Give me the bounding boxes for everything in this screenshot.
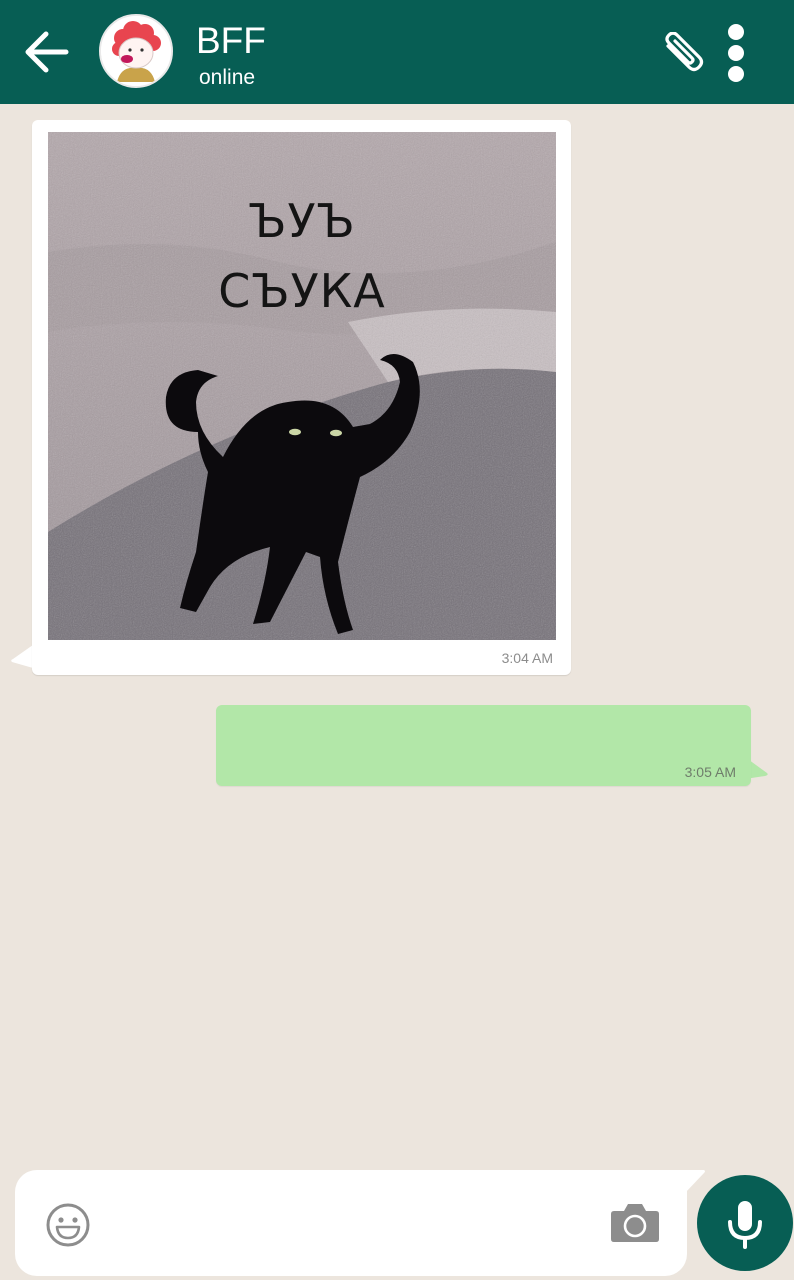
meme-image[interactable]: ЪУЪ СЪУКА	[48, 132, 556, 640]
incoming-message-bubble: ЪУЪ СЪУКА 3:04 AM	[32, 120, 571, 675]
microphone-icon	[728, 1201, 762, 1249]
camera-icon	[611, 1204, 659, 1242]
paperclip-icon	[665, 31, 704, 72]
back-button[interactable]	[18, 24, 74, 80]
menu-button[interactable]	[718, 22, 754, 84]
meme-caption-line1: ЪУЪ	[248, 194, 356, 248]
meme-caption-line2: СЪУКА	[218, 264, 386, 318]
contact-status: online	[199, 66, 256, 89]
message-input[interactable]	[105, 1200, 585, 1248]
message-timestamp: 3:05 AM	[684, 764, 736, 780]
chat-header: BFF online	[0, 0, 794, 104]
arrow-left-icon	[25, 31, 69, 73]
attach-button[interactable]	[658, 31, 710, 78]
message-timestamp: 3:04 AM	[501, 650, 553, 666]
message-composer	[15, 1170, 687, 1276]
microphone-button[interactable]	[697, 1175, 793, 1271]
outgoing-message-bubble: 3:05 AM	[216, 705, 751, 786]
contact-avatar[interactable]	[99, 14, 173, 88]
emoji-icon	[46, 1203, 90, 1247]
emoji-button[interactable]	[45, 1202, 91, 1248]
camera-button[interactable]	[608, 1200, 662, 1246]
contact-name[interactable]: BFF	[196, 20, 266, 62]
vertical-dots-icon	[728, 24, 744, 82]
